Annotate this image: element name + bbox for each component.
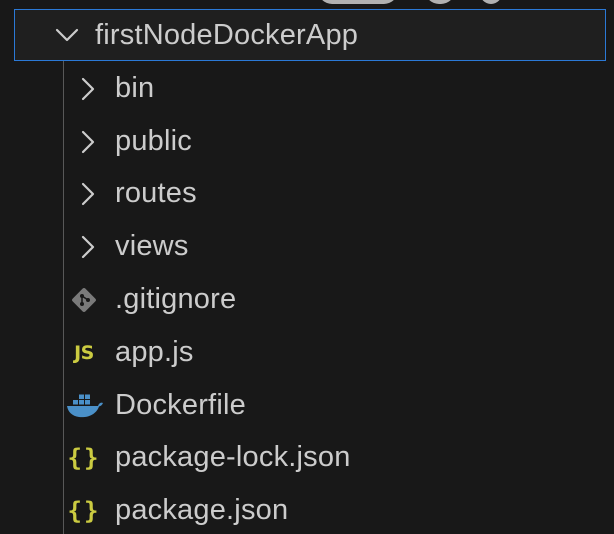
file-label: Dockerfile bbox=[115, 389, 246, 421]
tree-item-file-gitignore[interactable]: .gitignore bbox=[0, 273, 614, 326]
folder-label: bin bbox=[115, 72, 155, 104]
tree-item-file-package-lock-json[interactable]: {} package-lock.json bbox=[0, 431, 614, 484]
chevron-right-icon[interactable] bbox=[74, 75, 102, 103]
file-label: package.json bbox=[115, 494, 289, 526]
file-label: package-lock.json bbox=[115, 441, 351, 473]
tree-item-file-package-json[interactable]: {} package.json bbox=[0, 484, 614, 534]
folder-label: routes bbox=[115, 177, 197, 209]
tree-item-root-folder[interactable]: firstNodeDockerApp bbox=[14, 9, 606, 61]
chevron-down-icon[interactable] bbox=[53, 21, 81, 49]
tree-item-folder-routes[interactable]: routes bbox=[0, 167, 614, 220]
tree-item-file-dockerfile[interactable]: Dockerfile bbox=[0, 379, 614, 432]
file-label: app.js bbox=[115, 336, 194, 368]
chevron-right-icon[interactable] bbox=[74, 180, 102, 208]
docker-icon bbox=[64, 388, 106, 424]
folder-label: public bbox=[115, 125, 192, 157]
js-icon: JS bbox=[74, 341, 94, 364]
chevron-right-icon[interactable] bbox=[74, 128, 102, 156]
folder-label: views bbox=[115, 230, 189, 262]
tree-item-file-app-js[interactable]: JS app.js bbox=[0, 326, 614, 379]
json-icon: {} bbox=[67, 443, 101, 472]
chevron-right-icon[interactable] bbox=[74, 233, 102, 261]
git-icon bbox=[66, 282, 102, 318]
root-folder-label: firstNodeDockerApp bbox=[95, 18, 359, 51]
tree-item-folder-views[interactable]: views bbox=[0, 220, 614, 273]
tree-item-folder-public[interactable]: public bbox=[0, 115, 614, 168]
json-icon: {} bbox=[67, 496, 101, 525]
tree-item-folder-bin[interactable]: bin bbox=[0, 62, 614, 115]
file-explorer-tree: firstNodeDockerApp bin public routes vie… bbox=[0, 0, 614, 534]
file-label: .gitignore bbox=[115, 283, 237, 315]
previous-row-overflow bbox=[0, 0, 614, 8]
